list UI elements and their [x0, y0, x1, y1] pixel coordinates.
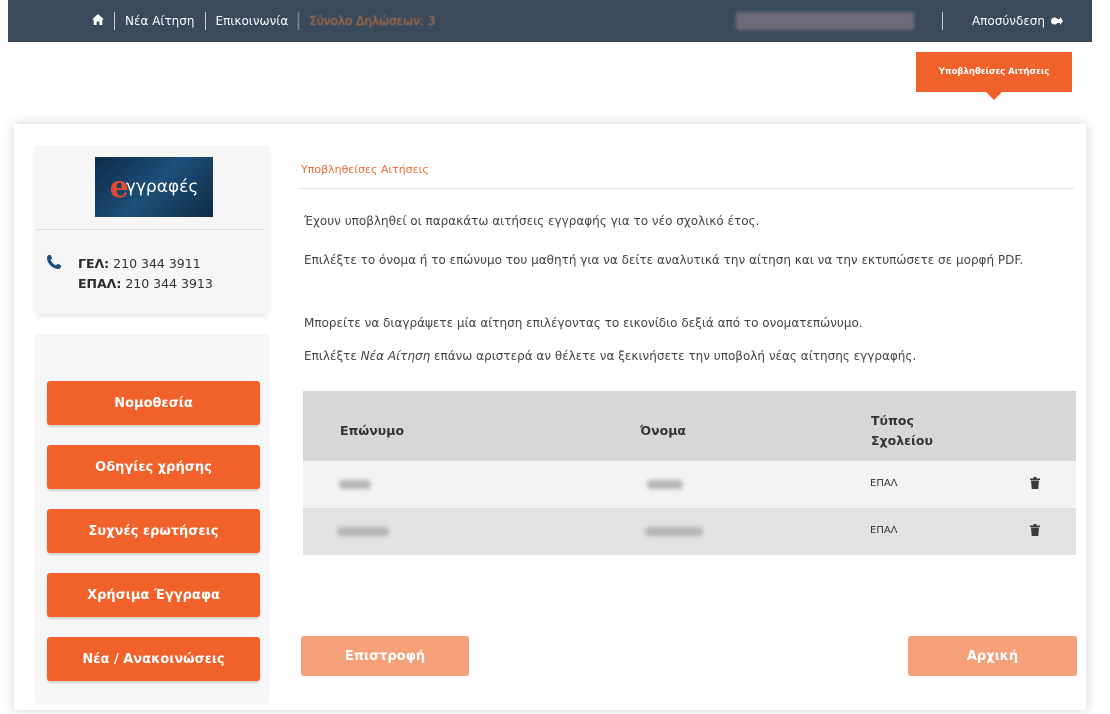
sidebar-item-legislation[interactable]: Νομοθεσία [47, 381, 260, 425]
submitted-applications-tab[interactable]: Υποβληθείσες Αιτήσεις [916, 52, 1072, 100]
sidebar-divider [36, 229, 264, 230]
select-instructions: Επιλέξτε το όνομα ή το επώνυμο του μαθητ… [304, 253, 1024, 267]
home-button[interactable]: Αρχική [908, 636, 1077, 676]
trash-icon[interactable] [1030, 477, 1040, 489]
p4-before: Επιλέξτε [304, 349, 361, 363]
nav-declarations-total[interactable]: Σύνολο Δηλώσεων: 3 [298, 12, 445, 30]
logo-text: γγραφές [125, 177, 199, 197]
phone-gel-number: 210 344 3911 [113, 256, 201, 271]
nav-home[interactable] [86, 12, 114, 30]
table-header: Επώνυμο Όνομα Τύπος Σχολείου [303, 391, 1076, 461]
school-type: ΕΠΑΛ [870, 525, 898, 536]
surname-redacted[interactable] [339, 480, 371, 489]
school-type: ΕΠΑΛ [870, 478, 898, 489]
p4-after: επάνω αριστερά αν θέλετε να ξεκινήσετε τ… [430, 349, 917, 363]
logout-label: Αποσύνδεση [971, 14, 1046, 28]
surname-redacted[interactable] [337, 527, 389, 536]
back-button[interactable]: Επιστροφή [301, 636, 469, 676]
phone-epal-label: ΕΠΑΛ: [78, 276, 122, 291]
trash-icon[interactable] [1030, 524, 1040, 536]
nav-links: Νέα Αίτηση Επικοινωνία Σύνολο Δηλώσεων: … [86, 0, 445, 42]
phone-gel: ΓΕΛ: 210 344 3911 [78, 256, 201, 271]
sidebar-item-user-guide[interactable]: Οδηγίες χρήσης [47, 445, 260, 489]
new-application-instructions: Επιλέξτε Νέα Αίτηση επάνω αριστερά αν θέ… [304, 346, 1064, 367]
applications-table: Επώνυμο Όνομα Τύπος Σχολείου ΕΠΑΛ ΕΠΑΛ [303, 391, 1076, 555]
p4-italic: Νέα Αίτηση [360, 349, 431, 363]
phone-gel-label: ΓΕΛ: [78, 256, 110, 271]
sidebar-item-faq[interactable]: Συχνές ερωτήσεις [47, 509, 260, 553]
nav-new-application[interactable]: Νέα Αίτηση [114, 12, 205, 30]
eggrafes-logo[interactable]: e γγραφές [95, 157, 213, 217]
sign-out-icon [1051, 16, 1064, 26]
title-divider [300, 188, 1074, 189]
user-name-redacted [736, 12, 914, 30]
phone-epal: ΕΠΑΛ: 210 344 3913 [78, 276, 213, 291]
sidebar-item-news[interactable]: Νέα / Ανακοινώσεις [47, 637, 260, 681]
intro-text: Έχουν υποβληθεί οι παρακάτω αιτήσεις εγγ… [304, 214, 760, 228]
delete-instructions: Μπορείτε να διαγράψετε μία αίτηση επιλέγ… [304, 316, 863, 330]
table-row: ΕΠΑΛ [303, 508, 1076, 555]
name-redacted[interactable] [645, 527, 703, 536]
name-redacted[interactable] [647, 480, 683, 489]
sidebar-item-useful-documents[interactable]: Χρήσιμα Έγγραφα [47, 573, 260, 617]
table-row: ΕΠΑΛ [303, 461, 1076, 508]
logout-link[interactable]: Αποσύνδεση [942, 12, 1092, 30]
page-title: Υποβληθείσες Αιτήσεις [301, 163, 429, 176]
phone-icon [47, 255, 61, 269]
home-icon [92, 14, 104, 25]
phone-epal-number: 210 344 3913 [125, 276, 213, 291]
nav-contact[interactable]: Επικοινωνία [204, 12, 299, 30]
header-name: Όνομα [640, 423, 687, 438]
header-surname: Επώνυμο [340, 423, 405, 438]
top-navbar: Νέα Αίτηση Επικοινωνία Σύνολο Δηλώσεων: … [8, 0, 1092, 42]
header-school-type: Τύπος Σχολείου [871, 413, 933, 448]
